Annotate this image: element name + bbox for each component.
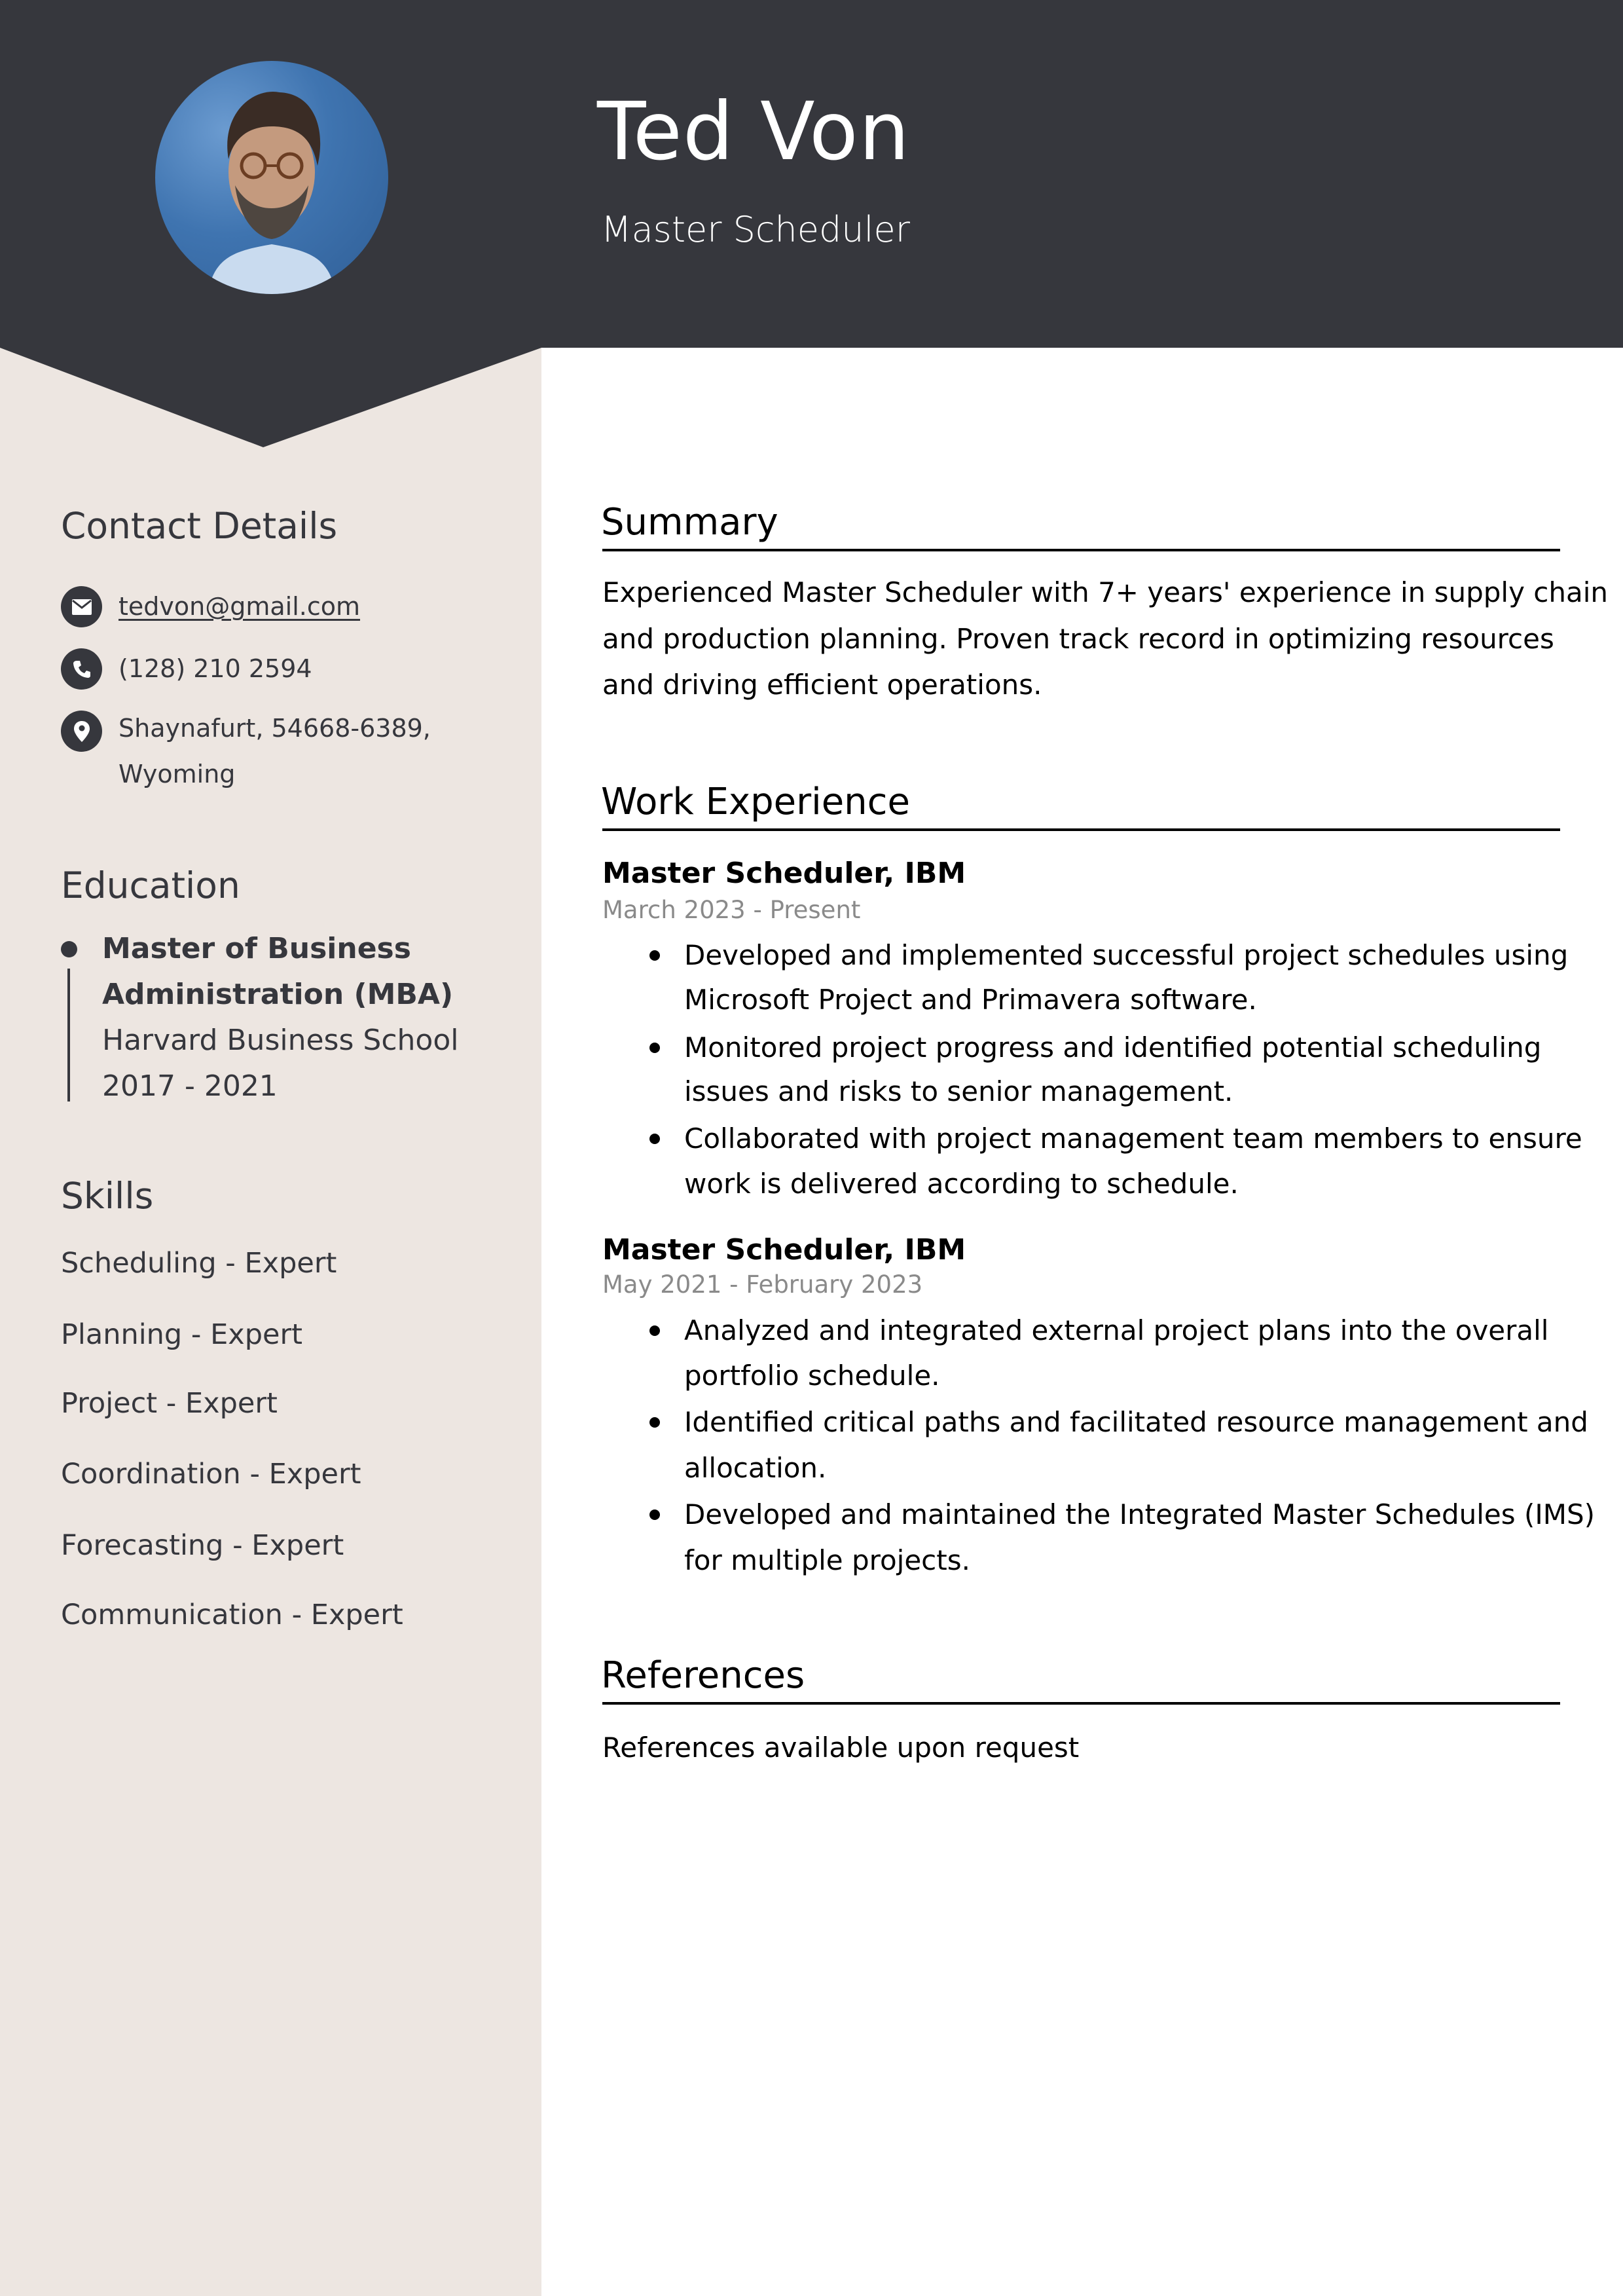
job-bullet-line: allocation. bbox=[684, 1452, 827, 1484]
degree-line-1: Master of Business bbox=[102, 932, 411, 965]
timeline-line bbox=[67, 969, 70, 1102]
job-bullet-line: Developed and implemented successful pro… bbox=[684, 939, 1569, 971]
profile-photo bbox=[155, 61, 388, 294]
summary-line: Experienced Master Scheduler with 7+ yea… bbox=[602, 576, 1609, 608]
job-bullet-line: Developed and maintained the Integrated … bbox=[684, 1498, 1596, 1530]
job-bullet-line: Analyzed and integrated external project… bbox=[684, 1314, 1549, 1346]
job-bullet-line: work is delivered according to schedule. bbox=[684, 1168, 1239, 1200]
education-section-title: Education bbox=[61, 864, 240, 906]
bullet-icon bbox=[649, 1417, 660, 1428]
job-bullet-line: for multiple projects. bbox=[684, 1544, 970, 1576]
references-divider bbox=[602, 1702, 1560, 1705]
skills-section-title: Skills bbox=[61, 1175, 154, 1217]
skill-item: Communication - Expert bbox=[61, 1599, 403, 1631]
skill-item: Coordination - Expert bbox=[61, 1458, 361, 1491]
job-bullet-line: issues and risks to senior management. bbox=[684, 1075, 1233, 1107]
address-line-1: Shaynafurt, 54668-6389, bbox=[119, 714, 431, 743]
job-bullet-line: portfolio schedule. bbox=[684, 1360, 940, 1392]
skill-item: Planning - Expert bbox=[61, 1318, 302, 1351]
degree-line-2: Administration (MBA) bbox=[102, 978, 454, 1011]
timeline-dot bbox=[61, 941, 77, 957]
contact-section-title: Contact Details bbox=[61, 505, 338, 547]
bullet-icon bbox=[649, 1509, 660, 1520]
job-bullet-line: Identified critical paths and facilitate… bbox=[684, 1406, 1588, 1438]
person-photo-icon bbox=[208, 91, 336, 294]
references-section-title: References bbox=[601, 1654, 805, 1697]
skill-item: Forecasting - Expert bbox=[61, 1529, 344, 1562]
candidate-name: Ted Von bbox=[597, 85, 911, 178]
work-section-title: Work Experience bbox=[601, 781, 910, 823]
job-dates: March 2023 - Present bbox=[602, 896, 861, 924]
bullet-icon bbox=[649, 1043, 660, 1053]
skill-item: Scheduling - Expert bbox=[61, 1247, 337, 1280]
bullet-icon bbox=[649, 1325, 660, 1336]
summary-divider bbox=[602, 549, 1560, 551]
candidate-role: Master Scheduler bbox=[601, 209, 910, 250]
address-line-2: Wyoming bbox=[119, 760, 236, 788]
job-bullet-line: Collaborated with project management tea… bbox=[684, 1122, 1582, 1155]
skill-item: Project - Expert bbox=[61, 1387, 278, 1420]
summary-section-title: Summary bbox=[601, 501, 778, 544]
summary-line: and driving efficient operations. bbox=[602, 669, 1042, 701]
map-pin-icon bbox=[61, 711, 102, 752]
work-divider bbox=[602, 828, 1560, 831]
job-bullet-line: Monitored project progress and identifie… bbox=[684, 1031, 1542, 1064]
email-link[interactable]: tedvon@gmail.com bbox=[119, 583, 360, 629]
school-name: Harvard Business School bbox=[102, 1024, 459, 1057]
job-title: Master Scheduler, IBM bbox=[602, 857, 966, 890]
job-bullet-line: Microsoft Project and Primavera software… bbox=[684, 984, 1257, 1016]
envelope-icon bbox=[61, 586, 102, 627]
phone-number: (128) 210 2594 bbox=[119, 654, 312, 683]
summary-line: and production planning. Proven track re… bbox=[602, 623, 1554, 655]
job-dates: May 2021 - February 2023 bbox=[602, 1270, 923, 1299]
references-text: References available upon request bbox=[602, 1731, 1080, 1764]
bullet-icon bbox=[649, 950, 660, 961]
education-years: 2017 - 2021 bbox=[102, 1069, 278, 1103]
bullet-icon bbox=[649, 1134, 660, 1144]
phone-icon bbox=[61, 648, 102, 690]
job-title: Master Scheduler, IBM bbox=[602, 1233, 966, 1267]
